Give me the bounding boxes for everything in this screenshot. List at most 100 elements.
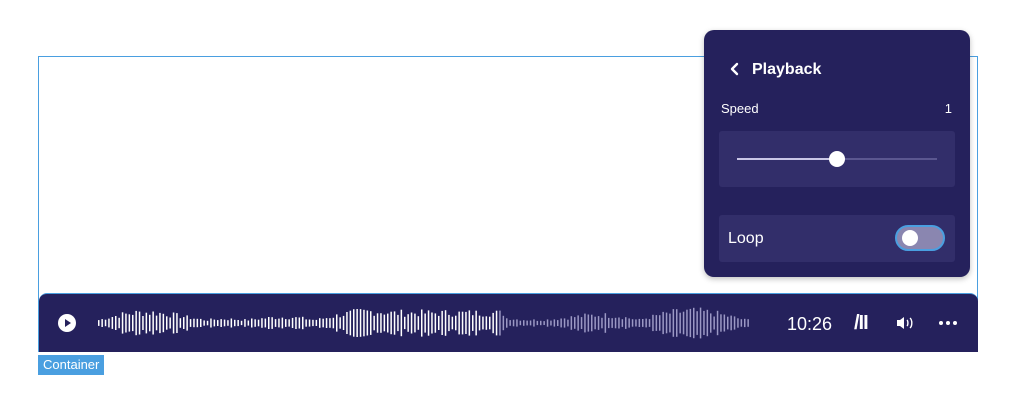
waveform[interactable] bbox=[98, 307, 754, 339]
waveform-bar bbox=[570, 316, 573, 330]
waveform-bar bbox=[543, 321, 545, 325]
waveform-bar bbox=[376, 313, 379, 333]
waveform-bar bbox=[329, 318, 331, 328]
waveform-bar bbox=[121, 312, 124, 334]
waveform-bar bbox=[642, 319, 644, 327]
waveform-bar bbox=[733, 316, 736, 330]
waveform-bar bbox=[648, 319, 651, 327]
waveform-bar bbox=[727, 316, 729, 330]
speed-value: 1 bbox=[944, 101, 952, 116]
waveform-bar bbox=[444, 310, 447, 336]
waveform-bar bbox=[155, 315, 158, 331]
waveform-bar bbox=[285, 319, 287, 327]
waveform-bar bbox=[220, 319, 222, 327]
waveform-bar bbox=[478, 315, 481, 331]
waveform-bar bbox=[142, 316, 144, 330]
speed-slider-fill bbox=[737, 158, 837, 160]
waveform-bar bbox=[584, 313, 586, 333]
waveform-bar bbox=[550, 320, 552, 326]
waveform-bar bbox=[455, 315, 457, 331]
waveform-bar bbox=[400, 309, 403, 337]
waveform-bar bbox=[451, 316, 454, 330]
volume-icon[interactable] bbox=[895, 315, 917, 331]
waveform-bar bbox=[183, 317, 185, 329]
more-icon[interactable] bbox=[937, 313, 959, 333]
waveform-bar bbox=[563, 318, 566, 328]
waveform-bar bbox=[373, 315, 375, 331]
waveform-bar bbox=[492, 312, 494, 334]
waveform-bar bbox=[608, 317, 610, 329]
waveform-bar bbox=[689, 308, 692, 338]
waveform-bar bbox=[145, 312, 148, 334]
loop-label: Loop bbox=[728, 230, 764, 247]
waveform-bar bbox=[434, 313, 437, 333]
waveform-bar bbox=[264, 318, 267, 328]
waveform-bar bbox=[227, 320, 229, 326]
waveform-bar bbox=[574, 317, 576, 329]
speed-slider[interactable] bbox=[737, 151, 937, 167]
waveform-bar bbox=[251, 318, 253, 328]
waveform-bar bbox=[359, 309, 362, 337]
waveform-bar bbox=[682, 311, 685, 335]
waveform-bar bbox=[744, 318, 746, 328]
waveform-bar bbox=[159, 312, 161, 334]
waveform-bar bbox=[529, 320, 532, 326]
waveform-bar bbox=[720, 314, 722, 332]
loop-toggle[interactable] bbox=[895, 225, 945, 251]
waveform-bar bbox=[482, 316, 484, 330]
waveform-bar bbox=[638, 318, 641, 327]
waveform-bar bbox=[295, 317, 297, 329]
container-label: Container bbox=[38, 355, 105, 375]
waveform-bar bbox=[625, 317, 627, 329]
speed-slider-thumb[interactable] bbox=[829, 151, 845, 167]
waveform-bar bbox=[655, 315, 658, 331]
waveform-bar bbox=[458, 311, 460, 335]
waveform-bar bbox=[302, 316, 304, 330]
waveform-bar bbox=[577, 315, 579, 331]
waveform-bar bbox=[339, 317, 341, 329]
waveform-bar bbox=[560, 318, 562, 328]
waveform-bar bbox=[404, 316, 406, 330]
waveform-bar bbox=[169, 317, 171, 329]
waveform-bar bbox=[604, 313, 607, 333]
waveform-bar bbox=[679, 312, 681, 334]
waveform-bar bbox=[370, 311, 372, 335]
waveform-bar bbox=[325, 318, 328, 328]
waveform-bar bbox=[271, 317, 273, 329]
slash-icon[interactable]: /II bbox=[854, 312, 869, 334]
waveform-bar bbox=[730, 315, 732, 331]
waveform-bar bbox=[465, 311, 467, 334]
waveform-bar bbox=[349, 310, 352, 336]
waveform-bar bbox=[390, 311, 392, 335]
waveform-bar bbox=[747, 319, 749, 327]
waveform-bar bbox=[162, 313, 165, 333]
waveform-bar bbox=[523, 320, 525, 326]
waveform-bar bbox=[431, 312, 433, 334]
waveform-bar bbox=[461, 311, 464, 335]
waveform-bar bbox=[353, 309, 355, 337]
waveform-bar bbox=[115, 316, 117, 330]
waveform-bar bbox=[237, 320, 239, 327]
waveform-bar bbox=[196, 318, 199, 328]
waveform-bar bbox=[631, 319, 634, 327]
waveform-bar bbox=[128, 314, 131, 332]
chevron-left-icon[interactable] bbox=[728, 60, 742, 78]
waveform-bar bbox=[268, 317, 270, 329]
waveform-bar bbox=[618, 317, 620, 329]
waveform-bar bbox=[509, 320, 511, 326]
waveform-bar bbox=[332, 317, 335, 329]
waveform-bar bbox=[172, 312, 175, 334]
waveform-bar bbox=[193, 318, 195, 328]
waveform-bar bbox=[475, 310, 477, 336]
waveform-bar bbox=[696, 311, 698, 335]
waveform-bar bbox=[189, 319, 192, 327]
play-icon[interactable] bbox=[58, 314, 76, 332]
waveform-bar bbox=[553, 319, 556, 327]
speed-label: Speed bbox=[721, 101, 759, 116]
waveform-bar bbox=[693, 307, 695, 339]
waveform-bar bbox=[597, 316, 600, 330]
waveform-bar bbox=[278, 318, 280, 328]
waveform-bar bbox=[659, 315, 661, 331]
waveform-bar bbox=[438, 315, 440, 330]
waveform-bar bbox=[414, 313, 416, 333]
